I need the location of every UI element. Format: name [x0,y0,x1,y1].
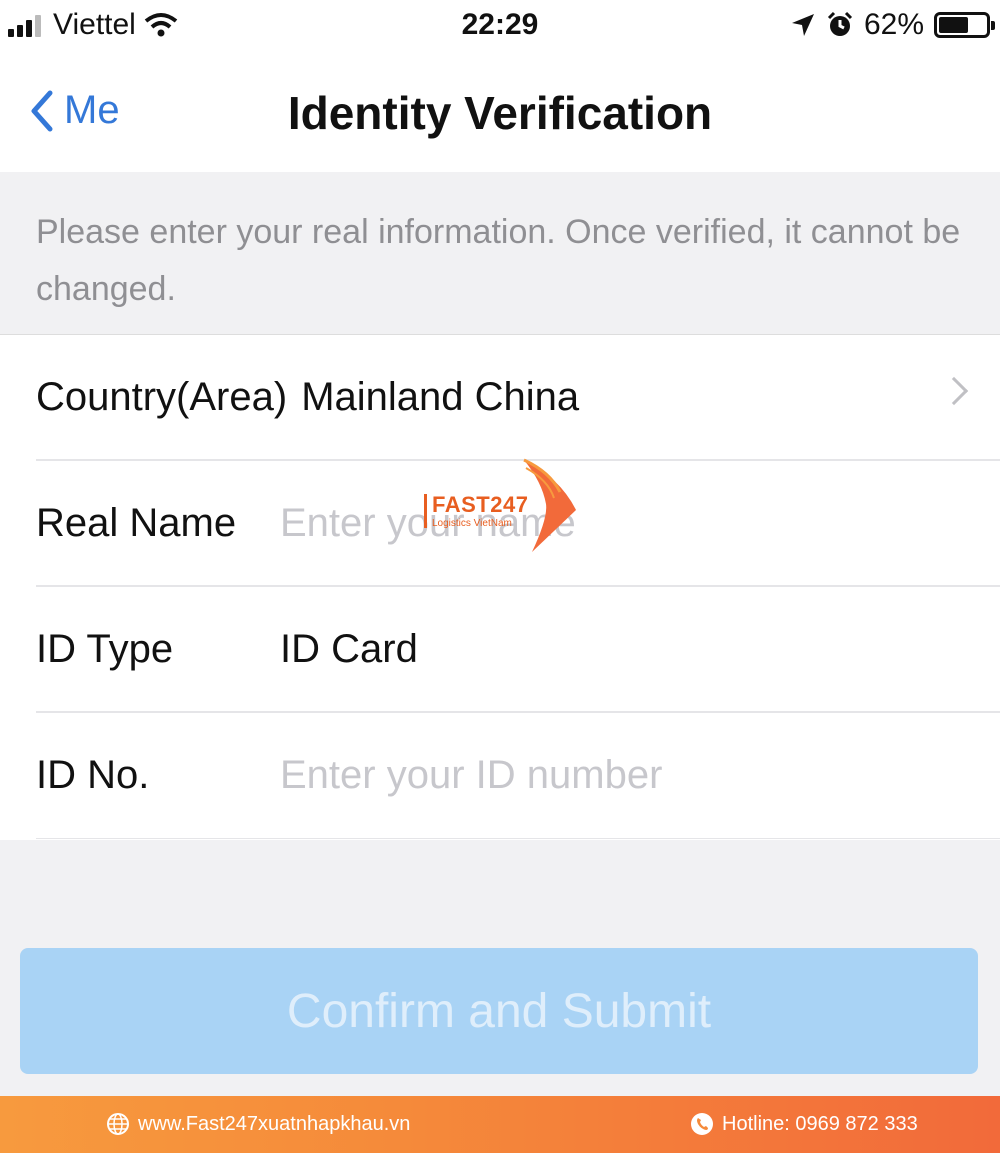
navigation-bar: Me Identity Verification [0,58,1000,172]
id-type-value: ID Card [280,626,418,671]
battery-icon [934,12,995,38]
verification-form: Country(Area) Mainland China Real Name I… [0,334,1000,840]
alarm-icon [827,11,853,36]
id-type-label: ID Type [36,626,174,671]
phone-icon [691,1113,713,1135]
confirm-submit-button[interactable]: Confirm and Submit [20,948,978,1074]
real-name-input[interactable] [280,500,900,546]
footer-banner: www.Fast247xuatnhapkhau.vn Hotline: 0969… [0,1096,1000,1153]
logo-bar [424,494,427,528]
page-title: Identity Verification [287,87,713,139]
id-no-label: ID No. [36,753,150,797]
location-arrow-icon [791,14,814,36]
info-notice: Please enter your real information. Once… [0,172,1000,334]
hotline-text: Hotline: 0969 872 333 [722,1112,918,1135]
watermark-logo: FAST247 Logistics VietNam [424,458,584,554]
id-no-row: ID No. [36,713,1000,839]
logo-tagline: Logistics VietNam [432,518,512,529]
id-type-row[interactable]: ID Type ID Card [36,587,1000,713]
country-value: Mainland China [301,374,580,419]
id-no-input[interactable] [280,753,900,798]
footer-hotline[interactable]: Hotline: 0969 872 333 [690,1112,918,1136]
globe-icon [107,1113,129,1135]
status-right: 62% [790,8,995,42]
country-row[interactable]: Country(Area) Mainland China [36,335,1000,461]
real-name-label: Real Name [36,500,237,545]
website-text: www.Fast247xuatnhapkhau.vn [138,1112,411,1135]
country-label: Country(Area) [36,374,288,419]
logo-wing-icon [523,458,576,552]
battery-fill [939,17,968,33]
logo-brand: FAST247 [432,492,529,517]
status-bar: Viettel 22:29 62% [0,0,1000,58]
footer-website[interactable]: www.Fast247xuatnhapkhau.vn [106,1112,410,1136]
chevron-right-icon [939,376,969,406]
battery-percent: 62% [863,8,924,41]
